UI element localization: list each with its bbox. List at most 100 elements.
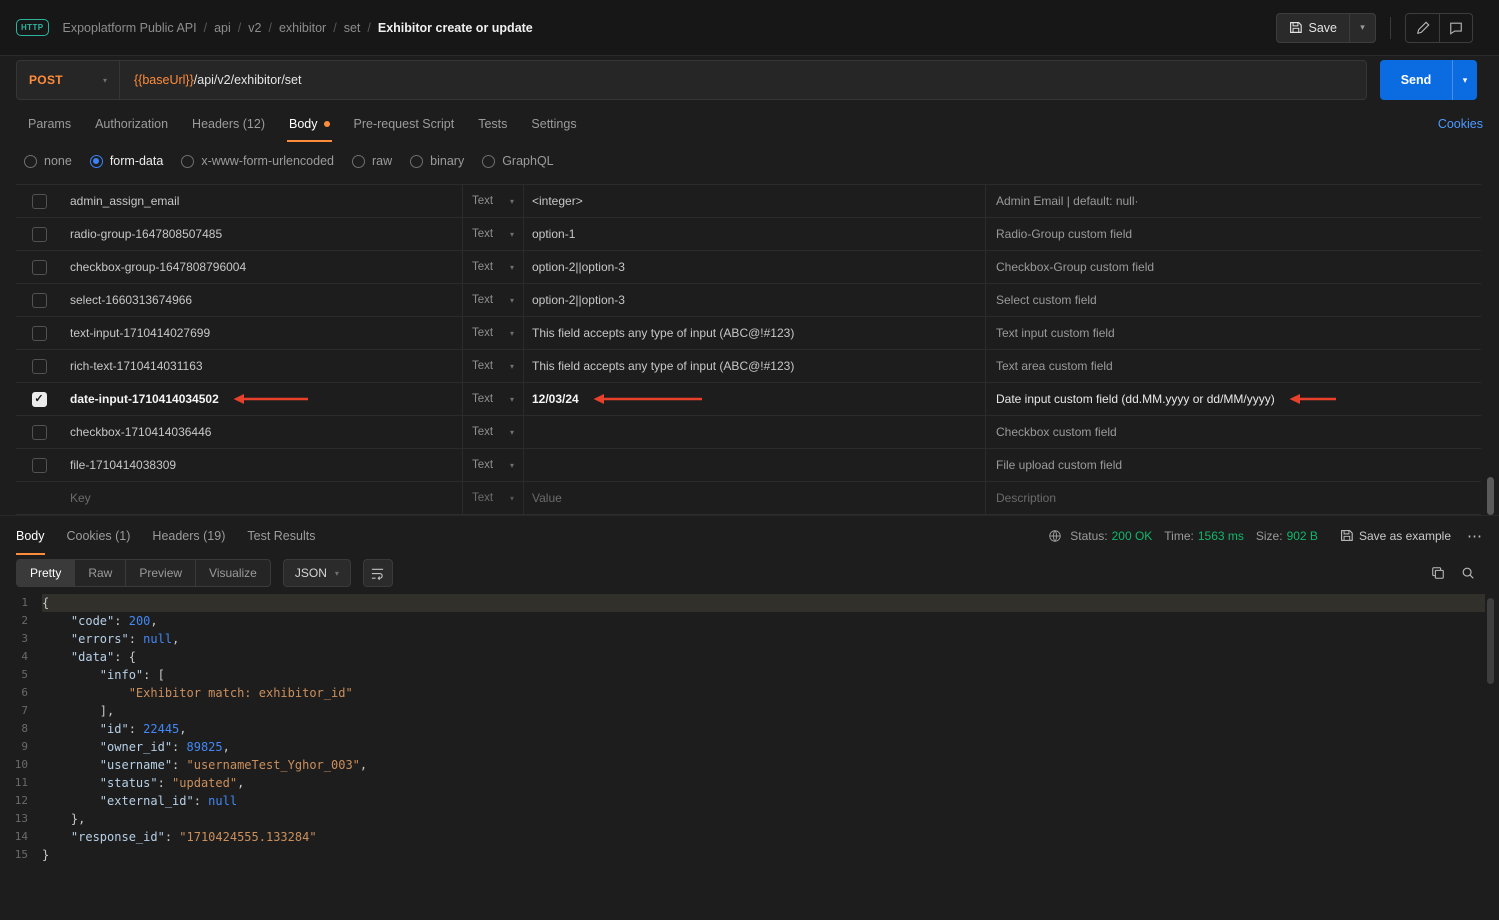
row-value-field[interactable]: option-1: [523, 218, 985, 250]
network-icon[interactable]: [1048, 529, 1062, 543]
row-select-checkbox[interactable]: [16, 449, 62, 481]
breadcrumb-item-v2[interactable]: v2: [248, 21, 279, 35]
tab-authorization[interactable]: Authorization: [83, 106, 180, 142]
save-as-example-button[interactable]: Save as example: [1340, 529, 1451, 543]
tab-body[interactable]: Body: [277, 106, 342, 142]
row-select-checkbox[interactable]: [16, 284, 62, 316]
response-tab-body[interactable]: Body: [16, 516, 45, 555]
row-description-field[interactable]: Radio-Group custom field: [985, 218, 1481, 250]
row-select-checkbox[interactable]: [16, 350, 62, 382]
row-key-field[interactable]: admin_assign_email: [62, 185, 462, 217]
row-key-field[interactable]: file-1710414038309: [62, 449, 462, 481]
row-key-field[interactable]: rich-text-1710414031163: [62, 350, 462, 382]
url-input[interactable]: {{baseUrl}}/api/v2/exhibitor/set: [120, 60, 1367, 100]
edit-button[interactable]: [1406, 14, 1439, 42]
row-key-field[interactable]: radio-group-1647808507485: [62, 218, 462, 250]
line-content: "external_id": null: [42, 792, 1485, 810]
view-tab-pretty[interactable]: Pretty: [17, 560, 74, 586]
row-select-checkbox[interactable]: [16, 317, 62, 349]
row-type-select[interactable]: Text▾: [462, 251, 523, 283]
response-tab-headers[interactable]: Headers (19): [152, 516, 225, 555]
send-dropdown-button[interactable]: ▾: [1452, 60, 1477, 100]
cookies-link[interactable]: Cookies: [1438, 117, 1483, 131]
status-value[interactable]: 200 OK: [1112, 529, 1153, 543]
row-type-select[interactable]: Text▾: [462, 416, 523, 448]
tab-headers[interactable]: Headers (12): [180, 106, 277, 142]
row-description-field[interactable]: Text area custom field: [985, 350, 1481, 382]
view-tab-visualize[interactable]: Visualize: [195, 560, 270, 586]
mode-binary[interactable]: binary: [410, 154, 464, 168]
row-type-select[interactable]: Text▾: [462, 383, 523, 415]
time-value[interactable]: 1563 ms: [1198, 529, 1244, 543]
save-dropdown-button[interactable]: ▾: [1349, 14, 1375, 42]
save-button[interactable]: Save: [1277, 14, 1350, 42]
row-value-field[interactable]: 12/03/24: [523, 383, 985, 415]
table-scrollbar-thumb[interactable]: [1487, 477, 1494, 515]
response-tab-test-results[interactable]: Test Results: [247, 516, 315, 555]
row-key-field[interactable]: checkbox-group-1647808796004: [62, 251, 462, 283]
row-description-field[interactable]: Select custom field: [985, 284, 1481, 316]
method-select[interactable]: POST ▾: [16, 60, 120, 100]
row-value-field[interactable]: option-2||option-3: [523, 251, 985, 283]
view-tab-raw[interactable]: Raw: [74, 560, 125, 586]
search-response-button[interactable]: [1453, 559, 1483, 587]
row-key-field[interactable]: text-input-1710414027699: [62, 317, 462, 349]
code-scrollbar-thumb[interactable]: [1487, 598, 1494, 684]
size-value[interactable]: 902 B: [1287, 529, 1318, 543]
tab-tests[interactable]: Tests: [466, 106, 519, 142]
response-body-viewer[interactable]: 1{2 "code": 200,3 "errors": null,4 "data…: [0, 594, 1485, 920]
row-description-field[interactable]: Checkbox-Group custom field: [985, 251, 1481, 283]
breadcrumb-item-set[interactable]: set: [344, 21, 378, 35]
row-description-field[interactable]: Checkbox custom field: [985, 416, 1481, 448]
mode-graphql[interactable]: GraphQL: [482, 154, 553, 168]
row-value-field[interactable]: [523, 449, 985, 481]
row-select-checkbox[interactable]: [16, 416, 62, 448]
row-key-field[interactable]: date-input-1710414034502: [62, 383, 462, 415]
row-value-field[interactable]: This field accepts any type of input (AB…: [523, 350, 985, 382]
row-select-checkbox[interactable]: ✓: [16, 383, 62, 415]
breadcrumb-item-collection[interactable]: Expoplatform Public API: [63, 21, 215, 35]
row-description-field[interactable]: Admin Email | default: null·: [985, 185, 1481, 217]
row-value-field[interactable]: This field accepts any type of input (AB…: [523, 317, 985, 349]
row-type-select[interactable]: Text▾: [462, 218, 523, 250]
mode-none[interactable]: none: [24, 154, 72, 168]
mode-x-www-form-urlencoded[interactable]: x-www-form-urlencoded: [181, 154, 334, 168]
value-input[interactable]: Value: [523, 482, 985, 514]
chevron-down-icon: ▾: [510, 263, 514, 272]
format-select[interactable]: JSON ▾: [283, 559, 351, 587]
send-button[interactable]: Send: [1380, 60, 1452, 100]
tab-pre-request-script[interactable]: Pre-request Script: [342, 106, 467, 142]
row-description-field[interactable]: Date input custom field (dd.MM.yyyy or d…: [985, 383, 1481, 415]
type-select[interactable]: Text▾: [462, 482, 523, 514]
row-value-field[interactable]: <integer>: [523, 185, 985, 217]
row-select-checkbox[interactable]: [16, 218, 62, 250]
view-tab-preview[interactable]: Preview: [125, 560, 195, 586]
wrap-text-button[interactable]: [363, 559, 393, 587]
row-value-field[interactable]: option-2||option-3: [523, 284, 985, 316]
row-type-select[interactable]: Text▾: [462, 317, 523, 349]
more-options-button[interactable]: ⋯: [1467, 527, 1483, 545]
row-type-select[interactable]: Text▾: [462, 185, 523, 217]
comments-button[interactable]: [1439, 14, 1472, 42]
copy-response-button[interactable]: [1423, 559, 1453, 587]
breadcrumb-item-api[interactable]: api: [214, 21, 248, 35]
tab-settings[interactable]: Settings: [519, 106, 588, 142]
row-description-field[interactable]: Text input custom field: [985, 317, 1481, 349]
row-key-field[interactable]: select-1660313674966: [62, 284, 462, 316]
row-select-checkbox[interactable]: [16, 251, 62, 283]
row-select-checkbox[interactable]: [16, 185, 62, 217]
response-tab-cookies[interactable]: Cookies (1): [67, 516, 131, 555]
description-input[interactable]: Description: [985, 482, 1481, 514]
row-type-select[interactable]: Text▾: [462, 449, 523, 481]
breadcrumb-item-exhibitor[interactable]: exhibitor: [279, 21, 344, 35]
mode-raw[interactable]: raw: [352, 154, 392, 168]
tab-params[interactable]: Params: [16, 106, 83, 142]
row-type-select[interactable]: Text▾: [462, 350, 523, 382]
key-input[interactable]: Key: [62, 482, 462, 514]
row-key-field[interactable]: checkbox-1710414036446: [62, 416, 462, 448]
row-description-field[interactable]: File upload custom field: [985, 449, 1481, 481]
line-number: 13: [0, 810, 42, 828]
row-value-field[interactable]: [523, 416, 985, 448]
mode-form-data[interactable]: form-data: [90, 154, 164, 168]
row-type-select[interactable]: Text▾: [462, 284, 523, 316]
